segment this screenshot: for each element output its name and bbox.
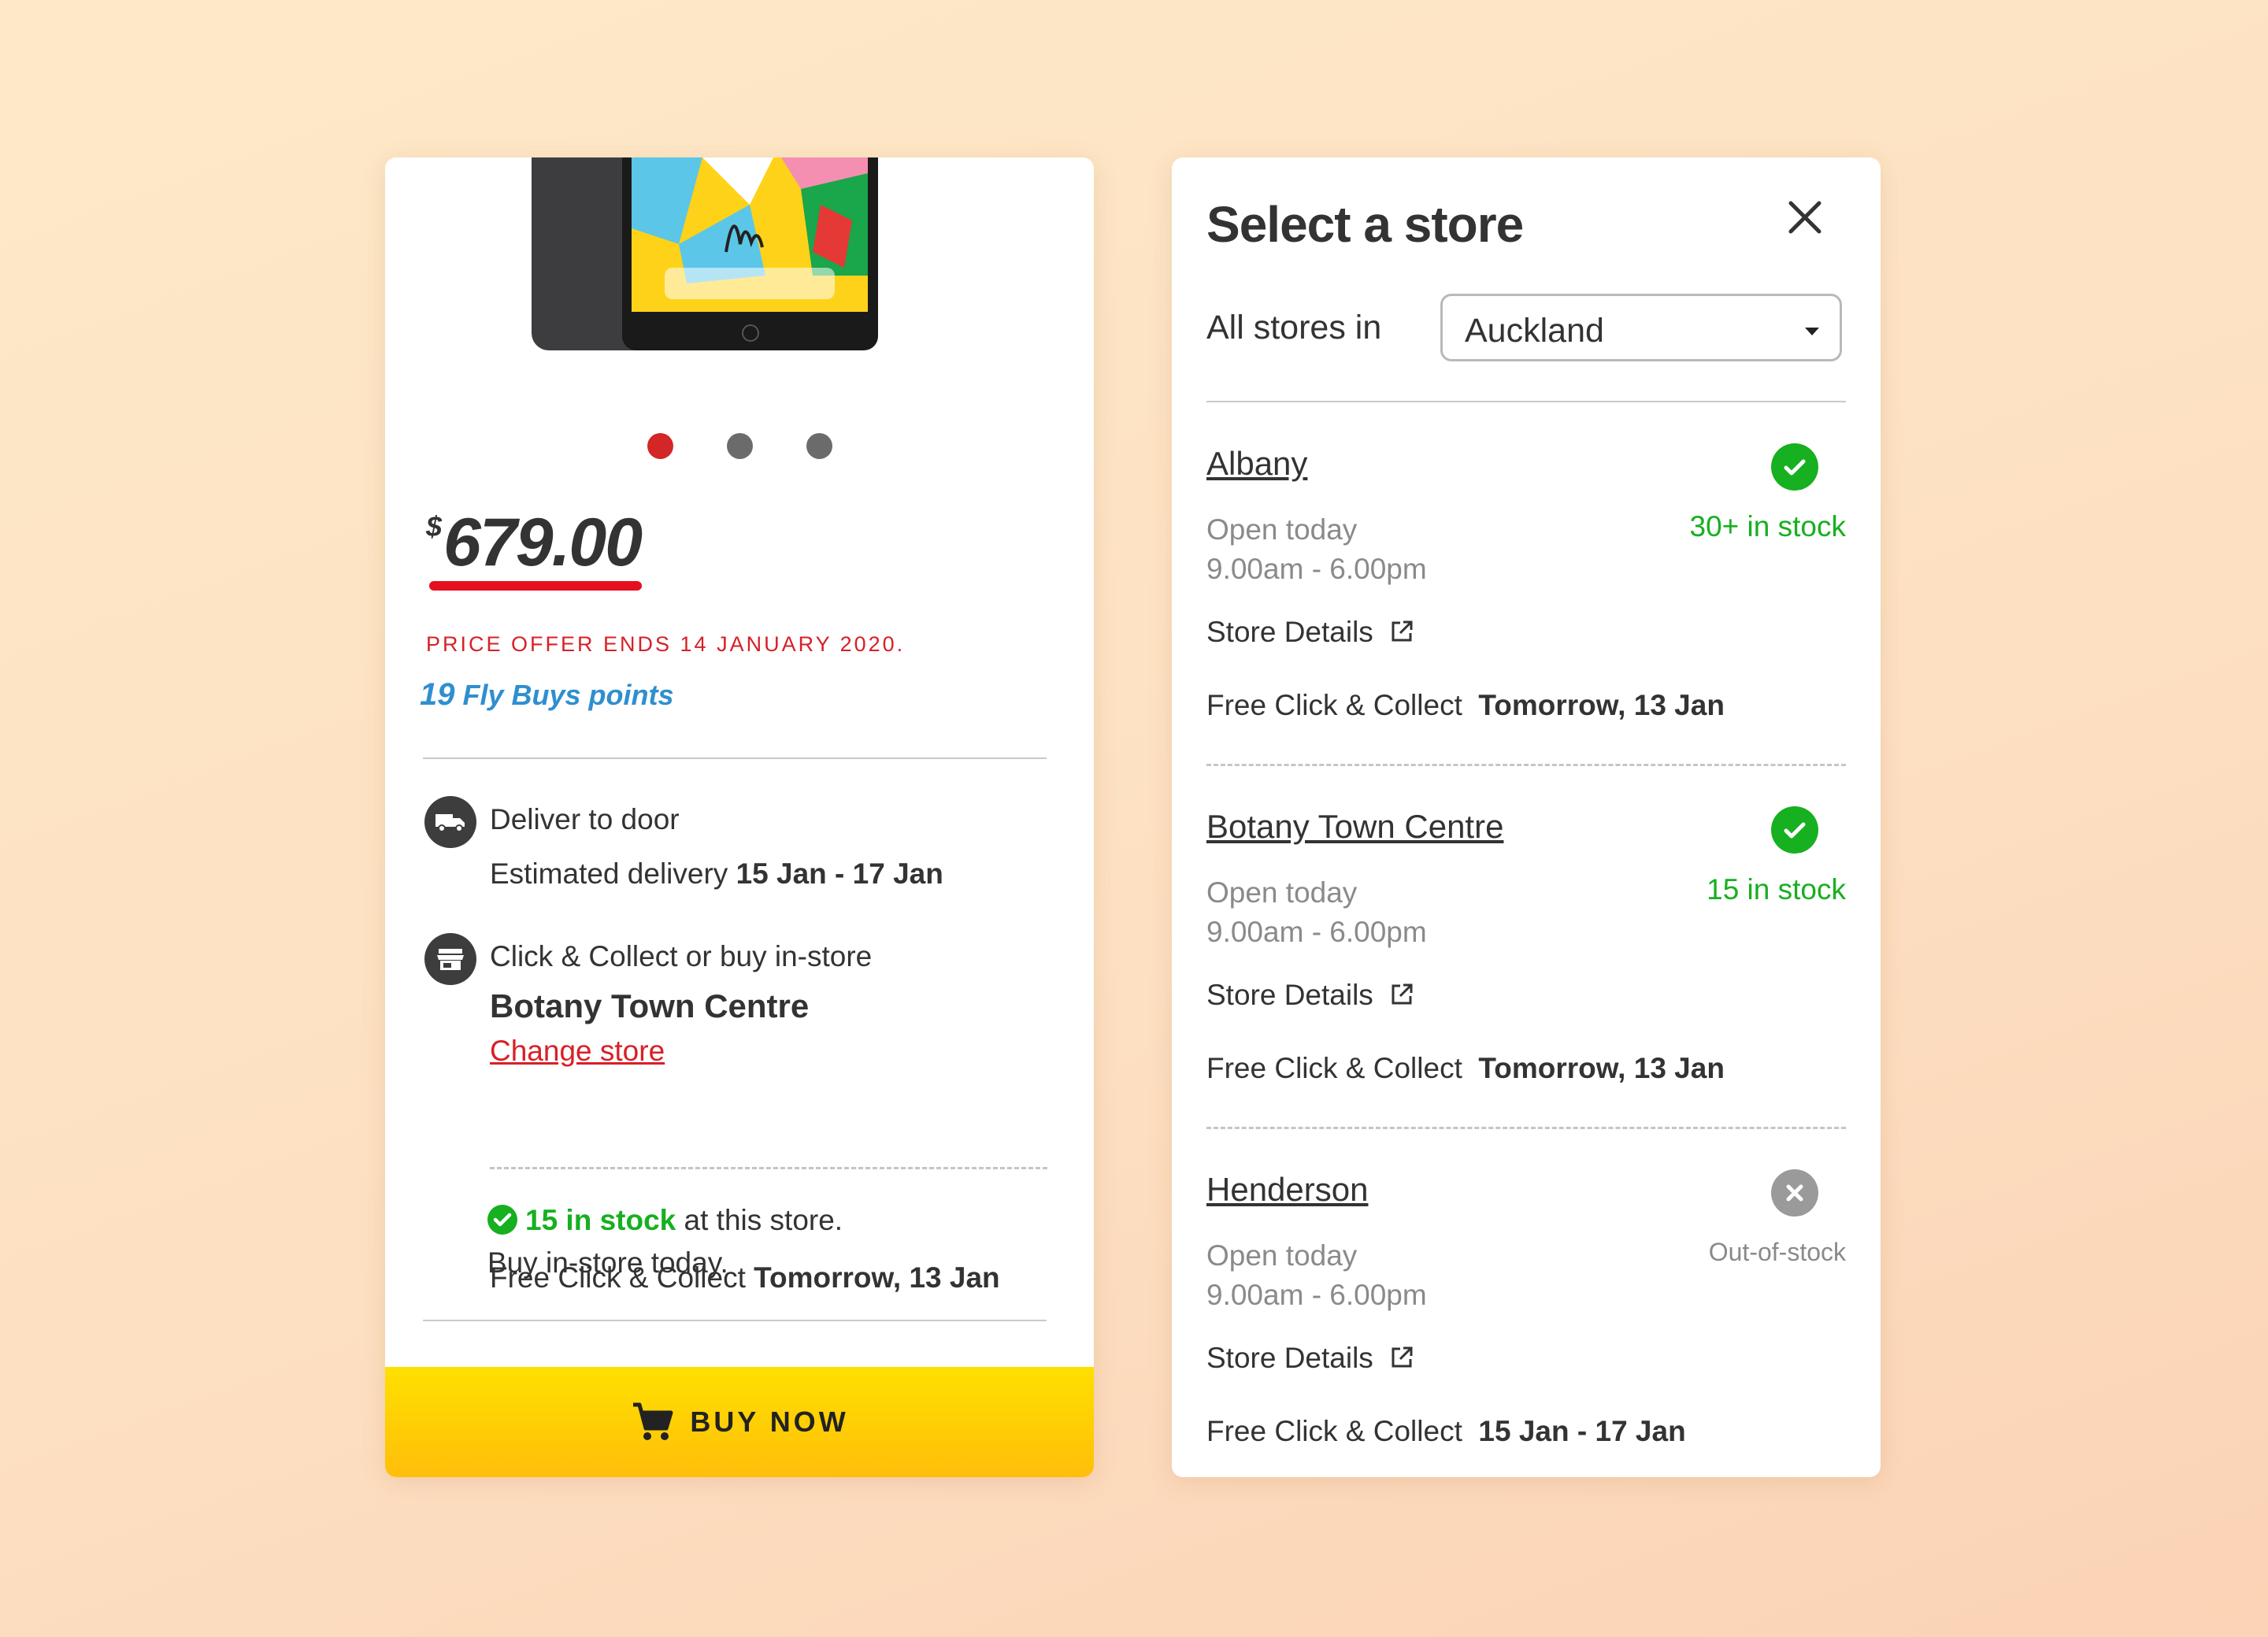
external-link-icon (1392, 983, 1413, 1005)
divider (423, 1320, 1047, 1321)
store-stock-status: 15 in stock at this store. (487, 1204, 843, 1237)
out-of-stock-x-icon (1771, 1169, 1818, 1217)
select-store-panel: Select a store All stores in Auckland Al… (1172, 157, 1881, 1477)
carousel-dot-2[interactable] (726, 433, 753, 459)
store-details-link[interactable]: Store Details (1206, 979, 1414, 1012)
store-icon (424, 933, 476, 985)
delivery-estimate: Estimated delivery 15 Jan - 17 Jan (490, 857, 943, 890)
buy-now-label: BUY NOW (690, 1406, 849, 1438)
price: $679.00 (426, 504, 643, 582)
filter-label: All stores in (1206, 309, 1382, 346)
buy-now-button[interactable]: BUY NOW (385, 1367, 1094, 1477)
external-link-icon (1392, 1346, 1413, 1368)
flybuys-count: 19 (420, 677, 455, 712)
divider (1206, 401, 1846, 402)
store-details-link[interactable]: Store Details (1206, 616, 1414, 649)
carousel-dots (385, 433, 1094, 463)
panel-title: Select a store (1206, 196, 1524, 253)
store-name-botany[interactable]: Botany Town Centre (1206, 808, 1503, 846)
dashed-divider (1206, 764, 1846, 766)
change-store-link[interactable]: Change store (490, 1035, 665, 1068)
stock-count: 15 in stock (525, 1204, 676, 1236)
delivery-dates: 15 Jan - 17 Jan (736, 857, 943, 890)
carousel-dot-3[interactable] (806, 433, 832, 459)
carousel-dot-1[interactable] (647, 433, 673, 459)
store-hours: 9.00am - 6.00pm (1206, 916, 1427, 948)
close-icon (1788, 201, 1821, 234)
store-collect-info: Free Click & Collect Tomorrow, 13 Jan (1206, 1052, 1725, 1084)
city-select[interactable]: Auckland (1440, 294, 1842, 361)
flybuys-points: 19 Fly Buys points (420, 677, 674, 713)
city-select-value: Auckland (1465, 312, 1604, 350)
store-name-albany[interactable]: Albany (1206, 445, 1307, 483)
store-open-status: Open today (1206, 1239, 1358, 1272)
price-underline (429, 581, 642, 591)
close-button[interactable] (1783, 195, 1827, 239)
dashed-divider (1206, 1127, 1846, 1129)
chevron-down-icon (1805, 328, 1819, 335)
store-stock: 15 in stock (1707, 873, 1846, 906)
delivery-title: Deliver to door (490, 803, 680, 835)
store-name-henderson[interactable]: Henderson (1206, 1171, 1368, 1209)
store-collect-info: Free Click & Collect 15 Jan - 17 Jan (1206, 1415, 1686, 1447)
external-link-icon (1392, 620, 1413, 642)
store-hours: 9.00am - 6.00pm (1206, 553, 1427, 585)
check-circle-icon (487, 1205, 517, 1235)
flybuys-label: Fly Buys points (462, 679, 674, 711)
store-open-status: Open today (1206, 876, 1358, 909)
store-stock: 30+ in stock (1689, 510, 1846, 543)
product-image[interactable] (532, 157, 894, 350)
store-collect-info: Free Click & Collect Tomorrow, 13 Jan (1206, 689, 1725, 721)
selected-store-name: Botany Town Centre (490, 987, 810, 1024)
cart-icon (633, 1402, 673, 1440)
divider (423, 757, 1047, 759)
store-stock: Out-of-stock (1708, 1238, 1846, 1266)
in-stock-check-icon (1771, 443, 1818, 491)
currency-symbol: $ (426, 510, 442, 543)
free-collect-date: Tomorrow, 13 Jan (754, 1261, 1000, 1294)
in-stock-check-icon (1771, 806, 1818, 854)
collect-title: Click & Collect or buy in-store (490, 940, 873, 972)
store-details-link[interactable]: Store Details (1206, 1342, 1414, 1375)
dashed-divider (490, 1167, 1047, 1169)
product-card: $679.00 PRICE OFFER ENDS 14 JANUARY 2020… (385, 157, 1094, 1477)
store-open-status: Open today (1206, 513, 1358, 546)
truck-icon (424, 796, 476, 848)
price-value: 679.00 (443, 505, 643, 580)
buy-in-store-note: Buy in-store today. (487, 1246, 728, 1279)
price-offer-note: PRICE OFFER ENDS 14 JANUARY 2020. (426, 632, 906, 656)
store-hours: 9.00am - 6.00pm (1206, 1279, 1427, 1311)
